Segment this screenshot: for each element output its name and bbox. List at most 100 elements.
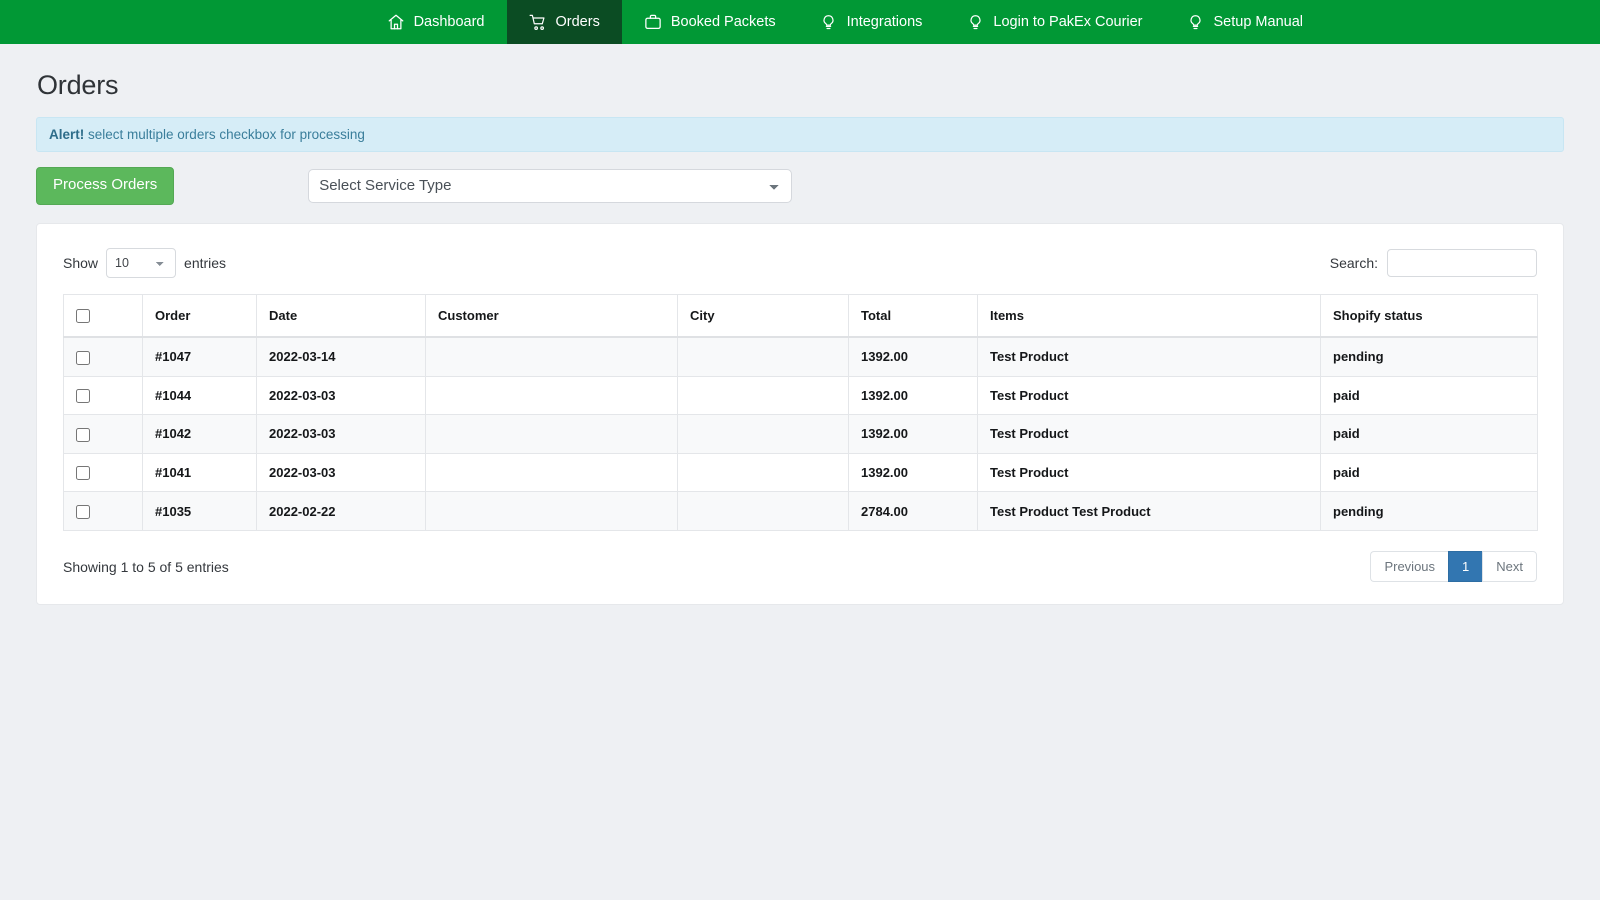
row-select-cell xyxy=(63,491,143,531)
cell-items: Test Product xyxy=(977,336,1321,377)
nav-label: Orders xyxy=(555,13,600,30)
cart-icon xyxy=(529,13,547,31)
cell-items: Test Product xyxy=(977,452,1321,493)
cell-shopify-status: paid xyxy=(1320,375,1538,416)
cell-city xyxy=(677,414,849,454)
datatable-footer: Showing 1 to 5 of 5 entries Previous 1 N… xyxy=(63,550,1537,583)
nav-item-booked-packets[interactable]: Booked Packets xyxy=(622,0,798,44)
search-label: Search: xyxy=(1329,254,1378,271)
search-input[interactable] xyxy=(1387,248,1537,277)
bulb-icon xyxy=(966,13,984,31)
table-row[interactable]: #1047 2022-03-14 1392.00 Test Product pe… xyxy=(63,336,1538,377)
cell-customer xyxy=(425,375,678,416)
home-icon xyxy=(387,13,405,31)
column-select-all xyxy=(63,293,143,339)
entries-label: entries xyxy=(184,254,227,271)
cell-city xyxy=(677,452,849,493)
cell-total: 2784.00 xyxy=(848,491,978,531)
column-shopify-status[interactable]: Shopify status xyxy=(1320,293,1538,339)
nav-item-setup-manual[interactable]: Setup Manual xyxy=(1165,0,1325,44)
cell-customer xyxy=(425,414,678,454)
orders-card: Show 10 entries Search: Order Date Custo… xyxy=(36,222,1564,606)
cell-shopify-status: paid xyxy=(1320,414,1538,454)
cell-order: #1047 xyxy=(142,336,257,377)
table-row[interactable]: #1041 2022-03-03 1392.00 Test Product pa… xyxy=(63,452,1538,493)
cell-date: 2022-03-14 xyxy=(256,336,426,377)
bulb-icon xyxy=(820,13,838,31)
table-row[interactable]: #1035 2022-02-22 2784.00 Test Product Te… xyxy=(63,491,1538,531)
page-length-select[interactable]: 10 xyxy=(106,247,177,278)
table-row[interactable]: #1044 2022-03-03 1392.00 Test Product pa… xyxy=(63,375,1538,416)
cell-city xyxy=(677,375,849,416)
cell-total: 1392.00 xyxy=(848,414,978,454)
cell-date: 2022-03-03 xyxy=(256,414,426,454)
main-navbar: Dashboard Orders Booked Packets Integrat… xyxy=(0,0,1600,44)
page-length-control: Show 10 entries xyxy=(63,247,227,278)
nav-label: Login to PakEx Courier xyxy=(993,13,1143,30)
cell-shopify-status: pending xyxy=(1320,491,1538,531)
alert-strong: Alert! xyxy=(49,127,85,142)
service-type-select[interactable]: Select Service Type xyxy=(308,168,793,203)
nav-label: Dashboard xyxy=(413,13,485,30)
cell-items: Test Product xyxy=(977,375,1321,416)
search-control: Search: xyxy=(1329,248,1537,277)
briefcase-icon xyxy=(644,13,662,31)
alert-text: select multiple orders checkbox for proc… xyxy=(84,127,365,142)
controls-row: Process Orders Select Service Type xyxy=(36,167,1564,205)
nav-label: Booked Packets xyxy=(670,13,776,30)
row-select-cell xyxy=(63,414,143,454)
select-all-checkbox[interactable] xyxy=(76,309,90,324)
row-checkbox[interactable] xyxy=(76,466,90,481)
cell-order: #1035 xyxy=(142,491,257,531)
cell-shopify-status: pending xyxy=(1320,336,1538,377)
cell-total: 1392.00 xyxy=(848,375,978,416)
column-customer[interactable]: Customer xyxy=(425,293,678,339)
row-checkbox[interactable] xyxy=(76,389,90,404)
row-checkbox[interactable] xyxy=(76,504,90,519)
cell-total: 1392.00 xyxy=(848,452,978,493)
pagination-page-1[interactable]: 1 xyxy=(1448,550,1483,583)
cell-customer xyxy=(425,336,678,377)
nav-item-orders[interactable]: Orders xyxy=(506,0,622,44)
pagination-next[interactable]: Next xyxy=(1482,550,1537,583)
orders-table-head: Order Date Customer City Total Items Sho… xyxy=(63,293,1538,339)
cell-order: #1042 xyxy=(142,414,257,454)
row-select-cell xyxy=(63,375,143,416)
nav-item-dashboard[interactable]: Dashboard xyxy=(365,0,507,44)
bulb-icon xyxy=(1187,13,1205,31)
nav-label: Integrations xyxy=(846,13,923,30)
page-title: Orders xyxy=(37,70,119,100)
datatable-toolbar: Show 10 entries Search: xyxy=(63,247,1537,278)
pagination-previous[interactable]: Previous xyxy=(1370,550,1449,583)
row-checkbox[interactable] xyxy=(76,350,90,365)
cell-city xyxy=(677,336,849,377)
nav-item-login-pakex-courier[interactable]: Login to PakEx Courier xyxy=(944,0,1164,44)
table-header-row: Order Date Customer City Total Items Sho… xyxy=(63,293,1538,339)
cell-customer xyxy=(425,452,678,493)
show-label: Show xyxy=(63,254,99,271)
table-row[interactable]: #1042 2022-03-03 1392.00 Test Product pa… xyxy=(63,414,1538,454)
pagination: Previous 1 Next xyxy=(1370,550,1537,583)
cell-city xyxy=(677,491,849,531)
cell-date: 2022-03-03 xyxy=(256,375,426,416)
cell-total: 1392.00 xyxy=(848,336,978,377)
datatable-info: Showing 1 to 5 of 5 entries xyxy=(63,558,229,575)
cell-order: #1044 xyxy=(142,375,257,416)
nav-item-integrations[interactable]: Integrations xyxy=(798,0,945,44)
cell-customer xyxy=(425,491,678,531)
column-items[interactable]: Items xyxy=(977,293,1321,339)
cell-items: Test Product Test Product xyxy=(977,491,1321,531)
column-total[interactable]: Total xyxy=(848,293,978,339)
alert-banner: Alert! select multiple orders checkbox f… xyxy=(36,117,1564,152)
column-city[interactable]: City xyxy=(677,293,849,339)
column-order[interactable]: Order xyxy=(142,293,257,339)
column-date[interactable]: Date xyxy=(256,293,426,339)
orders-table-body: #1047 2022-03-14 1392.00 Test Product pe… xyxy=(63,336,1538,531)
cell-order: #1041 xyxy=(142,452,257,493)
orders-table: Order Date Customer City Total Items Sho… xyxy=(63,293,1538,531)
page-container: Orders Alert! select multiple orders che… xyxy=(0,70,1600,606)
cell-items: Test Product xyxy=(977,414,1321,454)
process-orders-button[interactable]: Process Orders xyxy=(36,167,175,205)
nav-label: Setup Manual xyxy=(1213,13,1303,30)
row-checkbox[interactable] xyxy=(76,427,90,442)
